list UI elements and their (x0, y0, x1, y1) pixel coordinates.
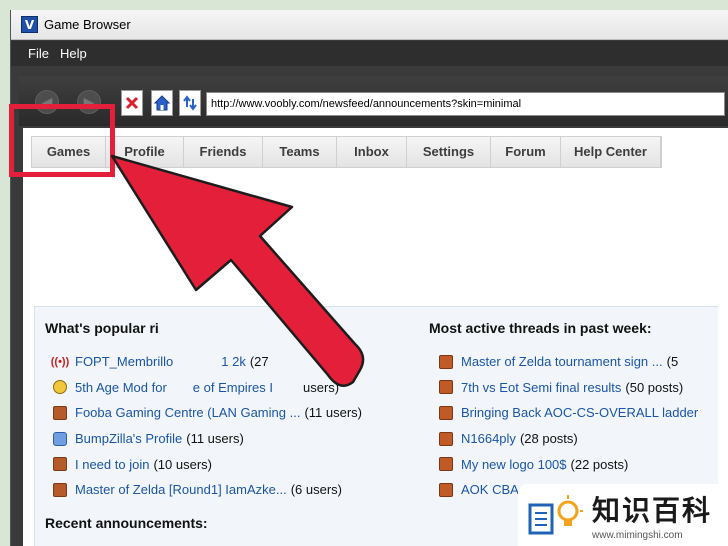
thread-name[interactable]: 7th vs Eot Semi final results (461, 380, 621, 395)
list-item: Master of Zelda [Round1] IamAzke... (6 u… (53, 477, 362, 503)
popular-item-name[interactable]: BumpZilla's Profile (75, 431, 182, 446)
popular-item-tail[interactable]: e of Empires I (193, 380, 273, 395)
menu-file[interactable]: File (28, 46, 49, 61)
thread-icon (439, 380, 453, 395)
list-item: Fooba Gaming Centre (LAN Gaming ... (11 … (53, 400, 362, 426)
watermark-brand: 知识百科 (592, 494, 713, 527)
popular-item-count: (11 users) (186, 431, 244, 447)
thread-count: (28 posts) (519, 431, 578, 447)
thread-count: (22 posts) (570, 456, 629, 472)
window-title: Game Browser (44, 17, 131, 32)
game-lobby-icon (53, 482, 67, 497)
watermark: 知识百科 www.mimingshi.com (518, 484, 728, 546)
popular-item-name[interactable]: FOPT_Membrillo (75, 354, 173, 369)
popular-item-name[interactable]: I need to join (75, 457, 149, 472)
thread-icon (439, 405, 453, 420)
list-item: My new logo 100$ (22 posts) (439, 451, 702, 477)
popular-list: ((•)) FOPT_Membrillo 1 2k (27 5th Age Mo… (50, 349, 362, 503)
nav-friends[interactable]: Friends (184, 137, 263, 167)
book-lightbulb-icon (528, 495, 583, 535)
site-nav: Games Profile Friends Teams Inbox Settin… (31, 136, 662, 168)
popular-item-count: (6 users) (290, 482, 343, 498)
watermark-url: www.mimingshi.com (592, 530, 683, 541)
popular-item-count: (27 (249, 354, 269, 370)
popular-item-count: (11 users) (304, 405, 362, 421)
thread-name[interactable]: Bringing Back AOC-CS-OVERALL ladder (461, 405, 698, 420)
popular-item-tail[interactable]: 1 2k (221, 354, 246, 369)
list-item: Bringing Back AOC-CS-OVERALL ladder (439, 400, 702, 426)
popular-item-name[interactable]: 5th Age Mod for (75, 380, 167, 395)
list-item: ((•)) FOPT_Membrillo 1 2k (27 (50, 349, 362, 375)
nav-inbox[interactable]: Inbox (337, 137, 407, 167)
popular-item-name[interactable]: Fooba Gaming Centre (LAN Gaming ... (75, 405, 300, 420)
game-lobby-icon (53, 405, 67, 420)
address-bar[interactable]: http://www.voobly.com/newsfeed/announcem… (206, 92, 725, 116)
thread-icon (439, 482, 453, 497)
popular-item-count: users) (302, 379, 340, 395)
app-logo-icon: V (21, 16, 38, 33)
thread-icon (439, 457, 453, 472)
list-item: N1664ply (28 posts) (439, 426, 702, 452)
home-icon[interactable] (151, 90, 173, 116)
thread-name[interactable]: My new logo 100$ (461, 457, 567, 472)
title-bar: V Game Browser (11, 10, 728, 40)
nav-profile[interactable]: Profile (106, 137, 184, 167)
refresh-icon[interactable] (179, 90, 201, 116)
browser-toolbar: ◀ ▶ http://www.voobly.com/newsfeed/annou… (19, 76, 728, 126)
thread-name[interactable]: AOK CBA (461, 482, 519, 497)
thread-name[interactable]: N1664ply (461, 431, 516, 446)
nav-settings[interactable]: Settings (407, 137, 491, 167)
list-item: I need to join (10 users) (53, 451, 362, 477)
live-broadcast-icon: ((•)) (50, 355, 70, 368)
nav-teams[interactable]: Teams (263, 137, 337, 167)
user-profile-icon (53, 431, 67, 446)
list-item: BumpZilla's Profile (11 users) (53, 426, 362, 452)
games-tab-highlight (9, 104, 115, 177)
list-item: Master of Zelda tournament sign ... (5 (439, 349, 702, 375)
game-lobby-icon (53, 457, 67, 472)
menu-help[interactable]: Help (60, 46, 87, 61)
announcements-title: Recent announcements: (45, 515, 208, 531)
thread-icon (439, 431, 453, 446)
list-item: 5th Age Mod for e of Empires I users) (53, 375, 362, 401)
list-item: 7th vs Eot Semi final results (50 posts) (439, 375, 702, 401)
threads-title: Most active threads in past week: (429, 320, 652, 336)
mod-icon (53, 380, 67, 395)
menu-bar: File Help (11, 41, 728, 66)
thread-count: (5 (666, 354, 679, 370)
thread-icon (439, 354, 453, 369)
threads-list: Master of Zelda tournament sign ... (5 7… (439, 349, 702, 503)
thread-count: (50 posts) (625, 379, 684, 395)
popular-item-count: (10 users) (153, 456, 212, 472)
stop-icon[interactable] (121, 90, 143, 116)
nav-forum[interactable]: Forum (491, 137, 561, 167)
nav-help-center[interactable]: Help Center (561, 137, 661, 167)
thread-name[interactable]: Master of Zelda tournament sign ... (461, 354, 663, 369)
popular-item-name[interactable]: Master of Zelda [Round1] IamAzke... (75, 482, 287, 497)
popular-title: What's popular ri (45, 320, 159, 336)
